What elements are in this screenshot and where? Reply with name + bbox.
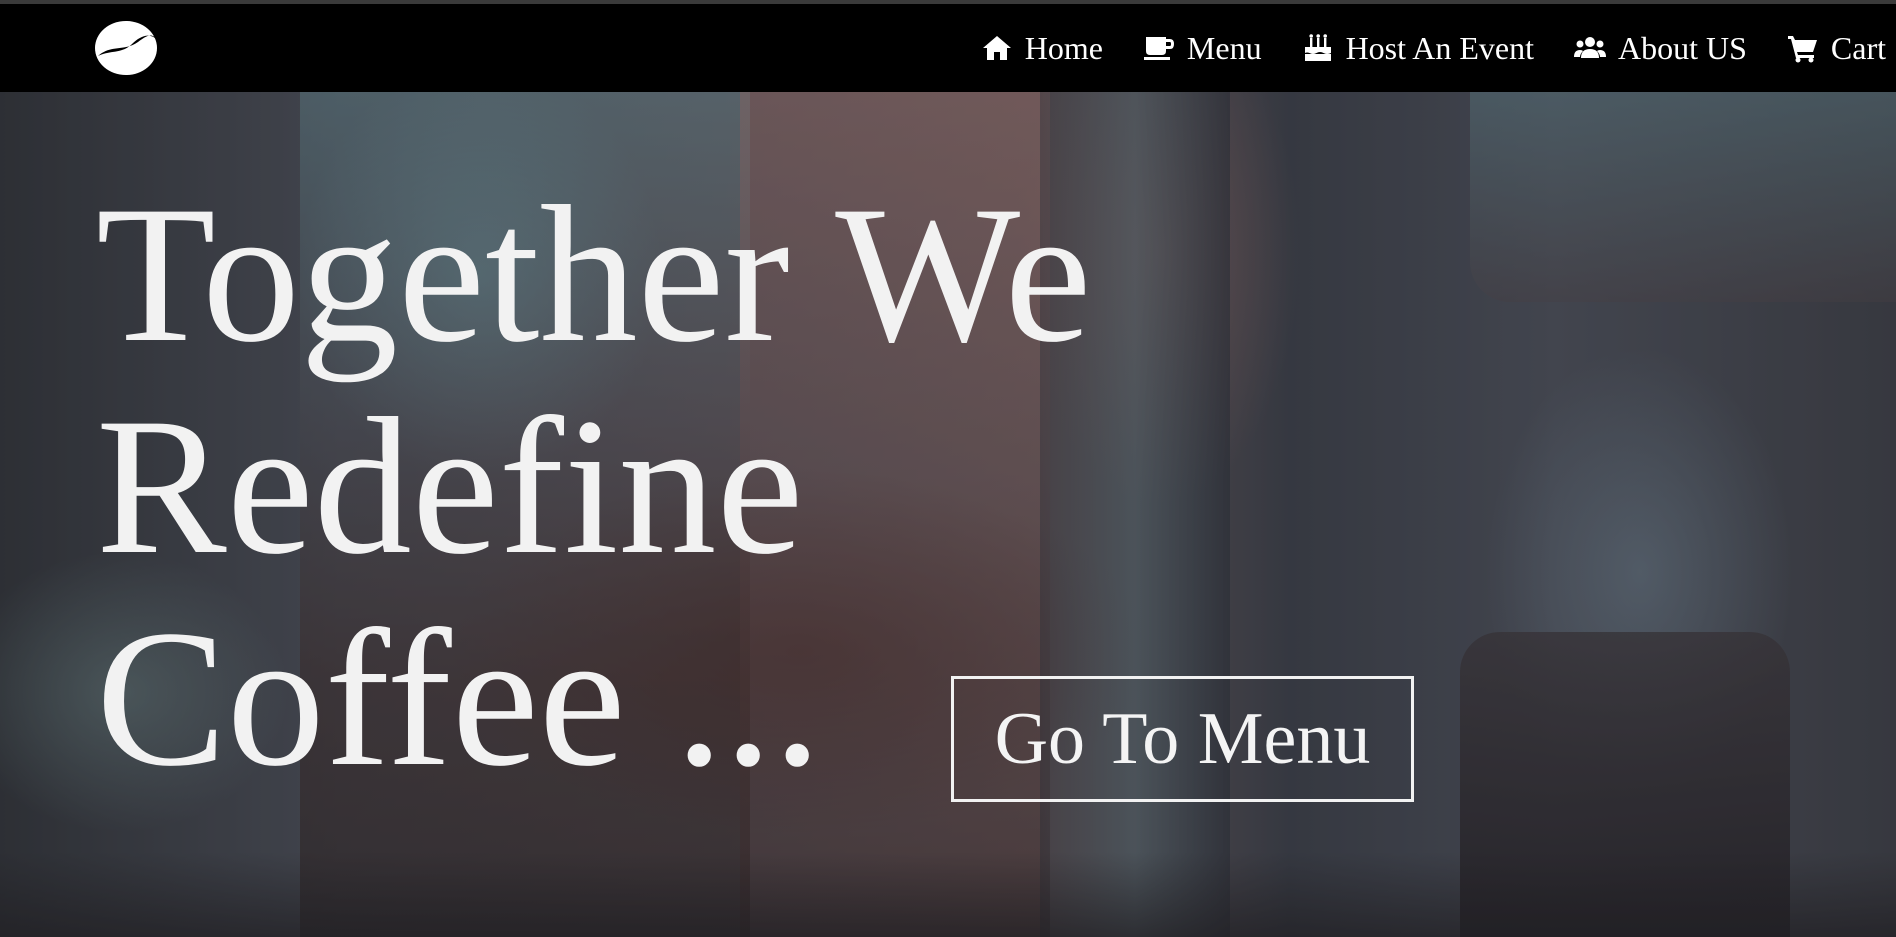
nav-host-an-event-label: Host An Event [1345,29,1534,66]
nav-home-label: Home [1024,29,1103,66]
nav-about-us-label: About US [1618,29,1747,66]
hero-headline-line-2: Redefine [96,378,804,595]
nav-home[interactable]: Home [981,30,1103,67]
coffee-cup-icon [1143,37,1174,60]
nav-cart[interactable]: Cart [1787,30,1886,67]
go-to-menu-button[interactable]: Go To Menu [951,676,1414,802]
hero-headline: Together We Redefine Coffee ... [96,169,1092,805]
hero-headline-line-3: Coffee ... [96,590,822,807]
main-nav: Home Menu Host An Event About US Cart [941,4,1886,92]
nav-host-an-event[interactable]: Host An Event [1302,30,1534,67]
nav-cart-label: Cart [1830,29,1886,66]
nav-menu-label: Menu [1186,29,1262,66]
page: Home Menu Host An Event About US Cart To… [0,0,1896,937]
birthday-cake-icon [1304,34,1331,61]
hero-section: Together We Redefine Coffee ... Go To Me… [0,92,1896,937]
shopping-cart-icon [1787,36,1817,63]
coffee-bean-icon[interactable] [94,18,158,78]
nav-menu[interactable]: Menu [1143,30,1262,67]
home-icon [982,36,1011,60]
hero-headline-line-1: Together We [96,166,1092,383]
nav-about-us[interactable]: About US [1574,30,1747,67]
users-icon [1574,37,1606,58]
navbar: Home Menu Host An Event About US Cart [0,4,1896,92]
